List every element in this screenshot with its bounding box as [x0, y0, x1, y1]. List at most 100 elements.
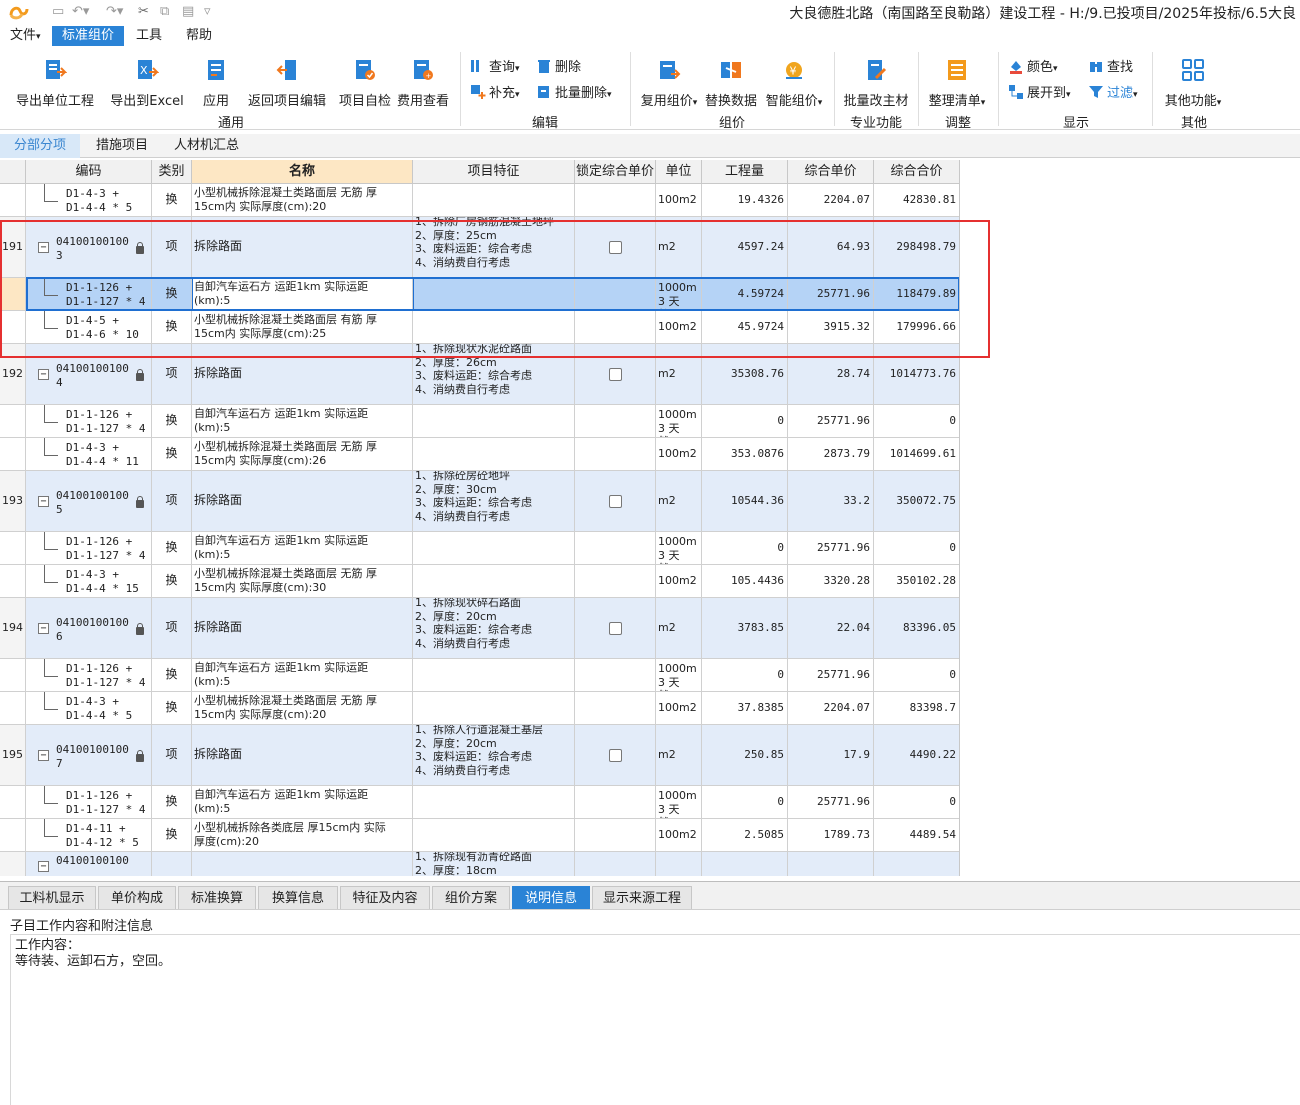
type-cell[interactable]: 换 [152, 532, 192, 565]
name-cell[interactable]: 小型机械拆除各类底层 厚15cm内 实际 厚度(cm):20 [192, 819, 413, 852]
code-cell[interactable]: −04100100100 6 [26, 598, 152, 659]
unit-cell[interactable]: 1000m3 天然⋯ [656, 405, 702, 438]
lock-price-checkbox[interactable] [608, 621, 622, 635]
code-cell[interactable]: D1-4-3 + D1-4-4 * 11 [26, 438, 152, 471]
row-number-cell[interactable] [0, 311, 26, 344]
lock-price-cell[interactable] [575, 471, 656, 532]
hdr-total[interactable]: 综合合价 [874, 160, 959, 184]
features-cell[interactable] [413, 405, 575, 438]
tab-measure-items[interactable]: 措施项目 [84, 134, 160, 158]
total-cell[interactable]: 0 [874, 659, 959, 692]
unit-cell[interactable]: 100m2 [656, 565, 702, 598]
type-cell[interactable]: 换 [152, 659, 192, 692]
code-cell[interactable]: −04100100100 5 [26, 471, 152, 532]
name-cell[interactable] [192, 852, 413, 876]
cut-icon[interactable]: ✂ [138, 4, 149, 20]
code-cell[interactable]: D1-1-126 + D1-1-127 * 4 [26, 786, 152, 819]
total-cell[interactable]: 1014699.61 [874, 438, 959, 471]
features-cell[interactable] [413, 565, 575, 598]
quantity-cell[interactable]: 3783.85 [702, 598, 788, 659]
name-cell[interactable]: 自卸汽车运石方 运距1km 实际运距 (km):5 [192, 278, 413, 311]
code-cell[interactable]: −04100100100 3 [26, 217, 152, 278]
total-cell[interactable]: 0 [874, 532, 959, 565]
collapse-toggle-icon[interactable]: − [38, 369, 49, 380]
arrange-list-button[interactable]: 整理清单▾ [922, 58, 992, 109]
lock-price-cell[interactable] [575, 438, 656, 471]
row-number-cell[interactable]: 192 [0, 344, 26, 405]
features-cell[interactable] [413, 311, 575, 344]
unit-cell[interactable]: m2 [656, 598, 702, 659]
features-cell[interactable] [413, 278, 575, 311]
quantity-cell[interactable]: 0 [702, 405, 788, 438]
total-cell[interactable] [874, 852, 959, 876]
hdr-row-number[interactable] [0, 160, 26, 184]
code-cell[interactable]: D1-4-3 + D1-4-4 * 15 [26, 565, 152, 598]
tab-standard-conversion[interactable]: 标准换算 [178, 886, 256, 910]
unit-price-cell[interactable]: 25771.96 [788, 532, 874, 565]
total-cell[interactable]: 4490.22 [874, 725, 959, 786]
unit-price-cell[interactable]: 22.04 [788, 598, 874, 659]
total-cell[interactable]: 0 [874, 405, 959, 438]
total-cell[interactable]: 83398.7 [874, 692, 959, 725]
total-cell[interactable]: 0 [874, 786, 959, 819]
batch-delete-button[interactable]: 批量删除▾ [536, 84, 612, 104]
quantity-cell[interactable]: 105.4436 [702, 565, 788, 598]
export-unit-project-button[interactable]: 导出单位工程 [10, 58, 100, 109]
type-cell[interactable]: 换 [152, 786, 192, 819]
total-cell[interactable]: 298498.79 [874, 217, 959, 278]
other-functions-button[interactable]: 其他功能▾ [1158, 58, 1228, 109]
type-cell[interactable]: 换 [152, 819, 192, 852]
lock-price-cell[interactable] [575, 405, 656, 438]
collapse-toggle-icon[interactable]: − [38, 750, 49, 761]
customize-quick-access-icon[interactable]: ▿ [204, 4, 211, 20]
quantity-cell[interactable]: 250.85 [702, 725, 788, 786]
unit-cell[interactable]: m2 [656, 344, 702, 405]
row-number-cell[interactable] [0, 852, 26, 876]
reuse-pricing-button[interactable]: 复用组价▾ [636, 58, 702, 109]
unit-price-cell[interactable]: 64.93 [788, 217, 874, 278]
name-cell[interactable]: 小型机械拆除混凝土类路面层 无筋 厚 15cm内 实际厚度(cm):20 [192, 692, 413, 725]
hdr-quantity[interactable]: 工程量 [702, 160, 788, 184]
row-number-cell[interactable] [0, 659, 26, 692]
code-cell[interactable]: −04100100100 [26, 852, 152, 876]
unit-price-cell[interactable]: 2873.79 [788, 438, 874, 471]
lock-price-checkbox[interactable] [608, 494, 622, 508]
collapse-toggle-icon[interactable]: − [38, 496, 49, 507]
lock-price-checkbox[interactable] [608, 367, 622, 381]
name-cell[interactable]: 小型机械拆除混凝土类路面层 无筋 厚 15cm内 实际厚度(cm):30 [192, 565, 413, 598]
total-cell[interactable]: 350072.75 [874, 471, 959, 532]
lock-price-checkbox[interactable] [608, 748, 622, 762]
lock-price-cell[interactable] [575, 184, 656, 217]
lock-price-cell[interactable] [575, 692, 656, 725]
unit-cell[interactable]: 100m2 [656, 311, 702, 344]
row-number-cell[interactable] [0, 532, 26, 565]
lock-price-checkbox[interactable] [608, 240, 622, 254]
name-cell[interactable]: 自卸汽车运石方 运距1km 实际运距 (km):5 [192, 786, 413, 819]
features-cell[interactable] [413, 819, 575, 852]
features-cell[interactable]: 1、拆除厂房钢筋混凝土地坪 2、厚度：25cm 3、废料运距：综合考虑 4、消纳费自行… [413, 217, 575, 278]
features-cell[interactable] [413, 532, 575, 565]
tab-labor-material-summary[interactable]: 人材机汇总 [162, 134, 251, 158]
unit-price-cell[interactable]: 3915.32 [788, 311, 874, 344]
tab-pricing-scheme[interactable]: 组价方案 [432, 886, 510, 910]
unit-cell[interactable]: m2 [656, 725, 702, 786]
quantity-cell[interactable]: 4.59724 [702, 278, 788, 311]
tab-description-info[interactable]: 说明信息 [512, 886, 590, 910]
row-number-cell[interactable] [0, 278, 26, 311]
name-cell[interactable]: 小型机械拆除混凝土类路面层 有筋 厚 15cm内 实际厚度(cm):25 [192, 311, 413, 344]
hdr-unit[interactable]: 单位 [656, 160, 702, 184]
type-cell[interactable]: 项 [152, 725, 192, 786]
unit-cell[interactable]: m2 [656, 217, 702, 278]
total-cell[interactable]: 1014773.76 [874, 344, 959, 405]
unit-price-cell[interactable]: 28.74 [788, 344, 874, 405]
lock-price-cell[interactable] [575, 786, 656, 819]
quantity-cell[interactable]: 37.8385 [702, 692, 788, 725]
row-number-cell[interactable] [0, 819, 26, 852]
tab-labor-material-display[interactable]: 工料机显示 [8, 886, 96, 910]
collapse-toggle-icon[interactable]: − [38, 242, 49, 253]
lock-price-cell[interactable] [575, 565, 656, 598]
total-cell[interactable]: 118479.89 [874, 278, 959, 311]
color-button[interactable]: 颜色▾ [1008, 58, 1058, 78]
unit-price-cell[interactable]: 2204.07 [788, 692, 874, 725]
filter-button[interactable]: 过滤▾ [1088, 84, 1138, 104]
